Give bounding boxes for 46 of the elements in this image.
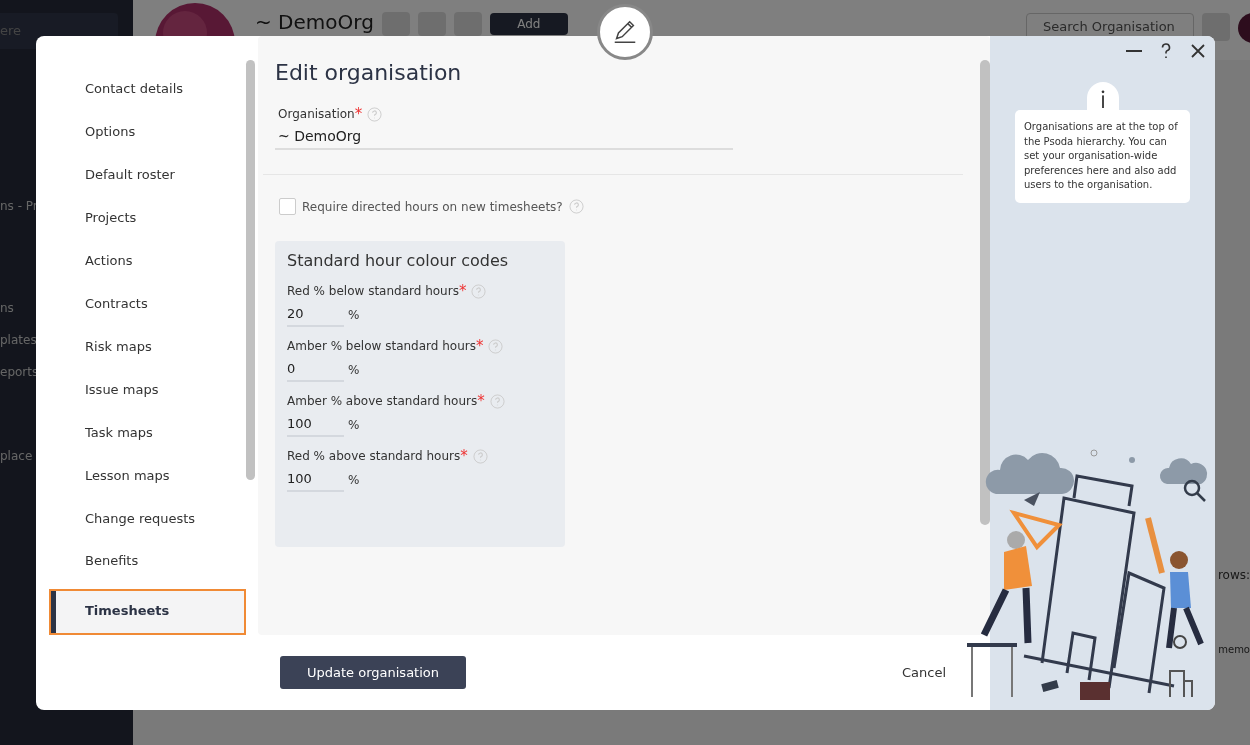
info-icon: [1099, 90, 1106, 108]
field-label: Red % above standard hours: [287, 449, 461, 463]
field-label: Organisation: [278, 107, 355, 121]
nav-item[interactable]: Risk maps: [49, 335, 246, 379]
card-title: Standard hour colour codes: [287, 251, 510, 270]
unit-label: %: [348, 473, 360, 487]
nav-item[interactable]: Task maps: [49, 421, 246, 465]
checkbox-label: Require directed hours on new timesheets?: [302, 199, 563, 214]
scrollbar-thumb[interactable]: [980, 60, 990, 525]
nav-item[interactable]: Timesheets: [49, 589, 246, 635]
nav-item[interactable]: Projects: [49, 206, 246, 250]
required-mark: *: [460, 449, 468, 463]
required-mark: *: [475, 339, 484, 353]
number-input[interactable]: 100: [287, 468, 344, 492]
checkbox[interactable]: [279, 198, 296, 215]
nav-item[interactable]: Actions: [49, 249, 246, 293]
unit-label: %: [348, 418, 360, 432]
required-mark: *: [458, 284, 467, 298]
add-button[interactable]: Add: [489, 13, 568, 35]
nav-item[interactable]: Default roster: [49, 163, 246, 207]
update-button[interactable]: Update organisation: [280, 656, 466, 689]
field-label: Amber % below standard hours: [287, 339, 476, 353]
nav-item[interactable]: Contact details: [49, 78, 246, 121]
field-label: Red % below standard hours: [287, 284, 459, 298]
dialog-title: Edit organisation: [275, 60, 462, 85]
unit-label: %: [348, 363, 360, 377]
field-label: Amber % above standard hours: [287, 394, 478, 408]
info-text: Organisations are at the top of the Psoda hierarchy. You can set your organisation-wide preferences here and also add users to the organisation.: [1015, 110, 1190, 203]
number-input[interactable]: 20: [287, 303, 344, 327]
nav-item[interactable]: Options: [49, 120, 246, 164]
scrollbar-thumb[interactable]: [246, 60, 255, 480]
nav-item[interactable]: Change requests: [49, 507, 246, 551]
close-icon[interactable]: [1189, 42, 1207, 60]
unit-label: %: [348, 308, 360, 322]
rows-label: rows:: [1217, 568, 1250, 582]
number-input[interactable]: 0: [287, 358, 344, 382]
required-mark: *: [477, 394, 485, 408]
nav-item[interactable]: Lesson maps: [49, 464, 246, 508]
number-input[interactable]: 100: [287, 413, 344, 437]
nav-item[interactable]: Contracts: [49, 292, 246, 336]
organisation-input[interactable]: ~ DemoOrg: [275, 122, 733, 150]
nav-item[interactable]: Issue maps: [49, 378, 246, 422]
cancel-button[interactable]: Cancel: [901, 665, 946, 680]
memo-text: memo: [1218, 644, 1250, 655]
organisation-name: ~ DemoOrg: [255, 10, 374, 34]
required-mark: *: [354, 107, 363, 121]
